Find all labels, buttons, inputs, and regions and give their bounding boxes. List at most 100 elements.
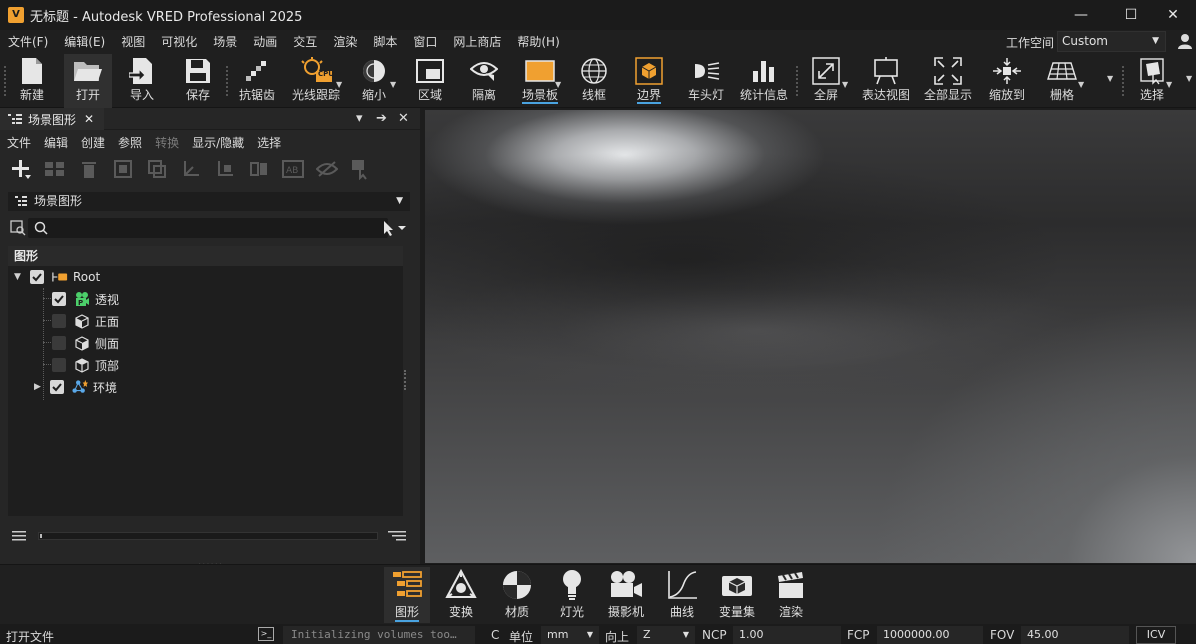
dock-camera-button[interactable]: 摄影机 <box>603 567 649 623</box>
close-button[interactable]: ✕ <box>1150 0 1196 30</box>
hamburger-menu-icon[interactable] <box>12 530 26 542</box>
stats-button[interactable]: 统计信息 <box>738 54 790 108</box>
tool-button-7[interactable] <box>208 155 242 183</box>
dock-render-button[interactable]: 渲染 <box>768 567 814 623</box>
panel-menu-create[interactable]: 创建 <box>74 134 111 151</box>
isolate-button[interactable]: 隔离 <box>462 54 506 108</box>
group-node-button[interactable] <box>38 155 72 183</box>
menu-edit[interactable]: 编辑(E) <box>56 30 113 54</box>
panel-menu-edit[interactable]: 编辑 <box>37 134 74 151</box>
panel-menu-select[interactable]: 选择 <box>250 134 287 151</box>
zoomto-button[interactable]: 缩放到 <box>984 54 1030 108</box>
fullscreen-dropdown-icon[interactable]: ▼ <box>842 80 848 89</box>
shrink-dropdown-icon[interactable]: ▼ <box>390 80 396 89</box>
bounds-button[interactable]: 边界 <box>626 54 672 108</box>
tool-button-9[interactable]: AB <box>276 155 310 183</box>
tree-row-side[interactable]: 侧面 <box>52 332 119 354</box>
panel-float-arrow-icon[interactable]: ➔ <box>376 111 387 126</box>
tree-row-top[interactable]: 顶部 <box>52 354 119 376</box>
open-button[interactable]: 打开 <box>64 54 112 108</box>
fcp-input[interactable]: 1000000.00 <box>877 626 983 644</box>
dock-transform-button[interactable]: 变换 <box>438 567 484 623</box>
toolbar-grip[interactable] <box>4 66 6 96</box>
panel-resize-grip[interactable] <box>404 370 408 390</box>
tool-button-6[interactable] <box>174 155 208 183</box>
panel-menu-convert[interactable]: 转换 <box>148 134 185 151</box>
scenegraph-tab[interactable]: 场景图形 ✕ <box>0 108 104 130</box>
menu-store[interactable]: 网上商店 <box>445 30 509 54</box>
icv-button[interactable]: ICV <box>1136 626 1176 644</box>
select-dropdown-icon[interactable]: ▼ <box>1166 80 1172 89</box>
terminal-icon[interactable]: >_ <box>258 627 274 641</box>
close-icon[interactable]: ✕ <box>84 112 94 126</box>
workspace-select[interactable]: Custom ▼ <box>1057 31 1166 52</box>
dock-curve-button[interactable]: 曲线 <box>659 567 705 623</box>
dock-material-button[interactable]: 材质 <box>494 567 540 623</box>
search-input[interactable] <box>28 218 388 238</box>
wireframe-button[interactable]: 线框 <box>572 54 616 108</box>
dock-variantset-button[interactable]: 变量集 <box>714 567 760 623</box>
visibility-checkbox[interactable] <box>30 270 44 284</box>
user-icon[interactable] <box>1176 32 1194 50</box>
visibility-checkbox[interactable] <box>50 380 64 394</box>
delete-node-button[interactable] <box>72 155 106 183</box>
tree-row-perspective[interactable]: P 透视 <box>52 288 119 310</box>
panel-menu-chevron-icon[interactable]: ▾ <box>356 111 363 126</box>
visibility-checkbox[interactable] <box>52 292 66 306</box>
import-button[interactable]: 导入 <box>120 54 164 108</box>
menu-visualize[interactable]: 可视化 <box>153 30 205 54</box>
tree-row-front[interactable]: 正面 <box>52 310 119 332</box>
save-button[interactable]: 保存 <box>176 54 220 108</box>
graph-select[interactable]: 场景图形 ▼ <box>8 192 410 211</box>
menu-render[interactable]: 渲染 <box>325 30 365 54</box>
menu-scene[interactable]: 场景 <box>205 30 245 54</box>
tool-button-11[interactable] <box>344 155 378 183</box>
minimize-button[interactable]: — <box>1058 0 1104 30</box>
status-log-field[interactable]: Initializing volumes too… <box>283 626 475 644</box>
menu-help[interactable]: 帮助(H) <box>509 30 567 54</box>
tool-button-8[interactable] <box>242 155 276 183</box>
toolbar-more-icon[interactable]: ▼ <box>1186 74 1192 83</box>
grid-dropdown-icon[interactable]: ▼ <box>1078 80 1084 89</box>
overflow-dropdown-icon[interactable]: ▼ <box>1107 74 1113 83</box>
maximize-button[interactable]: ☐ <box>1108 0 1154 30</box>
dock-graph-button[interactable]: 图形 <box>384 567 430 623</box>
tree-row-environment[interactable]: ▶ 环境 <box>34 376 117 398</box>
unit-select[interactable]: mm ▼ <box>541 626 599 644</box>
up-axis-select[interactable]: Z ▼ <box>637 626 695 644</box>
panel-menu-reference[interactable]: 参照 <box>111 134 148 151</box>
dock-light-button[interactable]: 灯光 <box>549 567 595 623</box>
horizontal-scrollbar[interactable] <box>38 532 378 540</box>
menu-interaction[interactable]: 交互 <box>285 30 325 54</box>
antialias-button[interactable]: 抗锯齿 <box>234 54 280 108</box>
search-filter-icon[interactable] <box>10 220 26 236</box>
visibility-checkbox[interactable] <box>52 314 66 328</box>
menu-animation[interactable]: 动画 <box>245 30 285 54</box>
tool-button-5[interactable] <box>140 155 174 183</box>
headlight-button[interactable]: 车头灯 <box>684 54 728 108</box>
region-button[interactable]: 区域 <box>408 54 452 108</box>
raytrace-dropdown-icon[interactable]: ▼ <box>336 80 342 89</box>
render-viewport[interactable] <box>425 110 1196 563</box>
fov-input[interactable]: 45.00 <box>1021 626 1129 644</box>
menu-window[interactable]: 窗口 <box>405 30 445 54</box>
menu-file[interactable]: 文件(F) <box>0 30 56 54</box>
new-button[interactable]: 新建 <box>10 54 54 108</box>
presentation-button[interactable]: 表达视图 <box>858 54 914 108</box>
showall-button[interactable]: 全部显示 <box>922 54 974 108</box>
panel-close-icon[interactable]: ✕ <box>398 111 409 126</box>
visibility-checkbox[interactable] <box>52 336 66 350</box>
sceneplate-dropdown-icon[interactable]: ▼ <box>555 80 561 89</box>
pick-cursor-icon[interactable] <box>382 220 408 236</box>
ncp-input[interactable]: 1.00 <box>733 626 841 644</box>
expand-arrow-icon[interactable]: ▶ <box>34 382 44 392</box>
tool-button-10[interactable] <box>310 155 344 183</box>
panel-menu-file[interactable]: 文件 <box>0 134 37 151</box>
visibility-checkbox[interactable] <box>52 358 66 372</box>
tool-button-4[interactable] <box>106 155 140 183</box>
menu-script[interactable]: 脚本 <box>365 30 405 54</box>
menu-view[interactable]: 视图 <box>113 30 153 54</box>
collapse-all-icon[interactable] <box>388 530 406 542</box>
panel-menu-showhide[interactable]: 显示/隐藏 <box>185 134 250 151</box>
scrollbar-thumb[interactable] <box>40 534 42 538</box>
